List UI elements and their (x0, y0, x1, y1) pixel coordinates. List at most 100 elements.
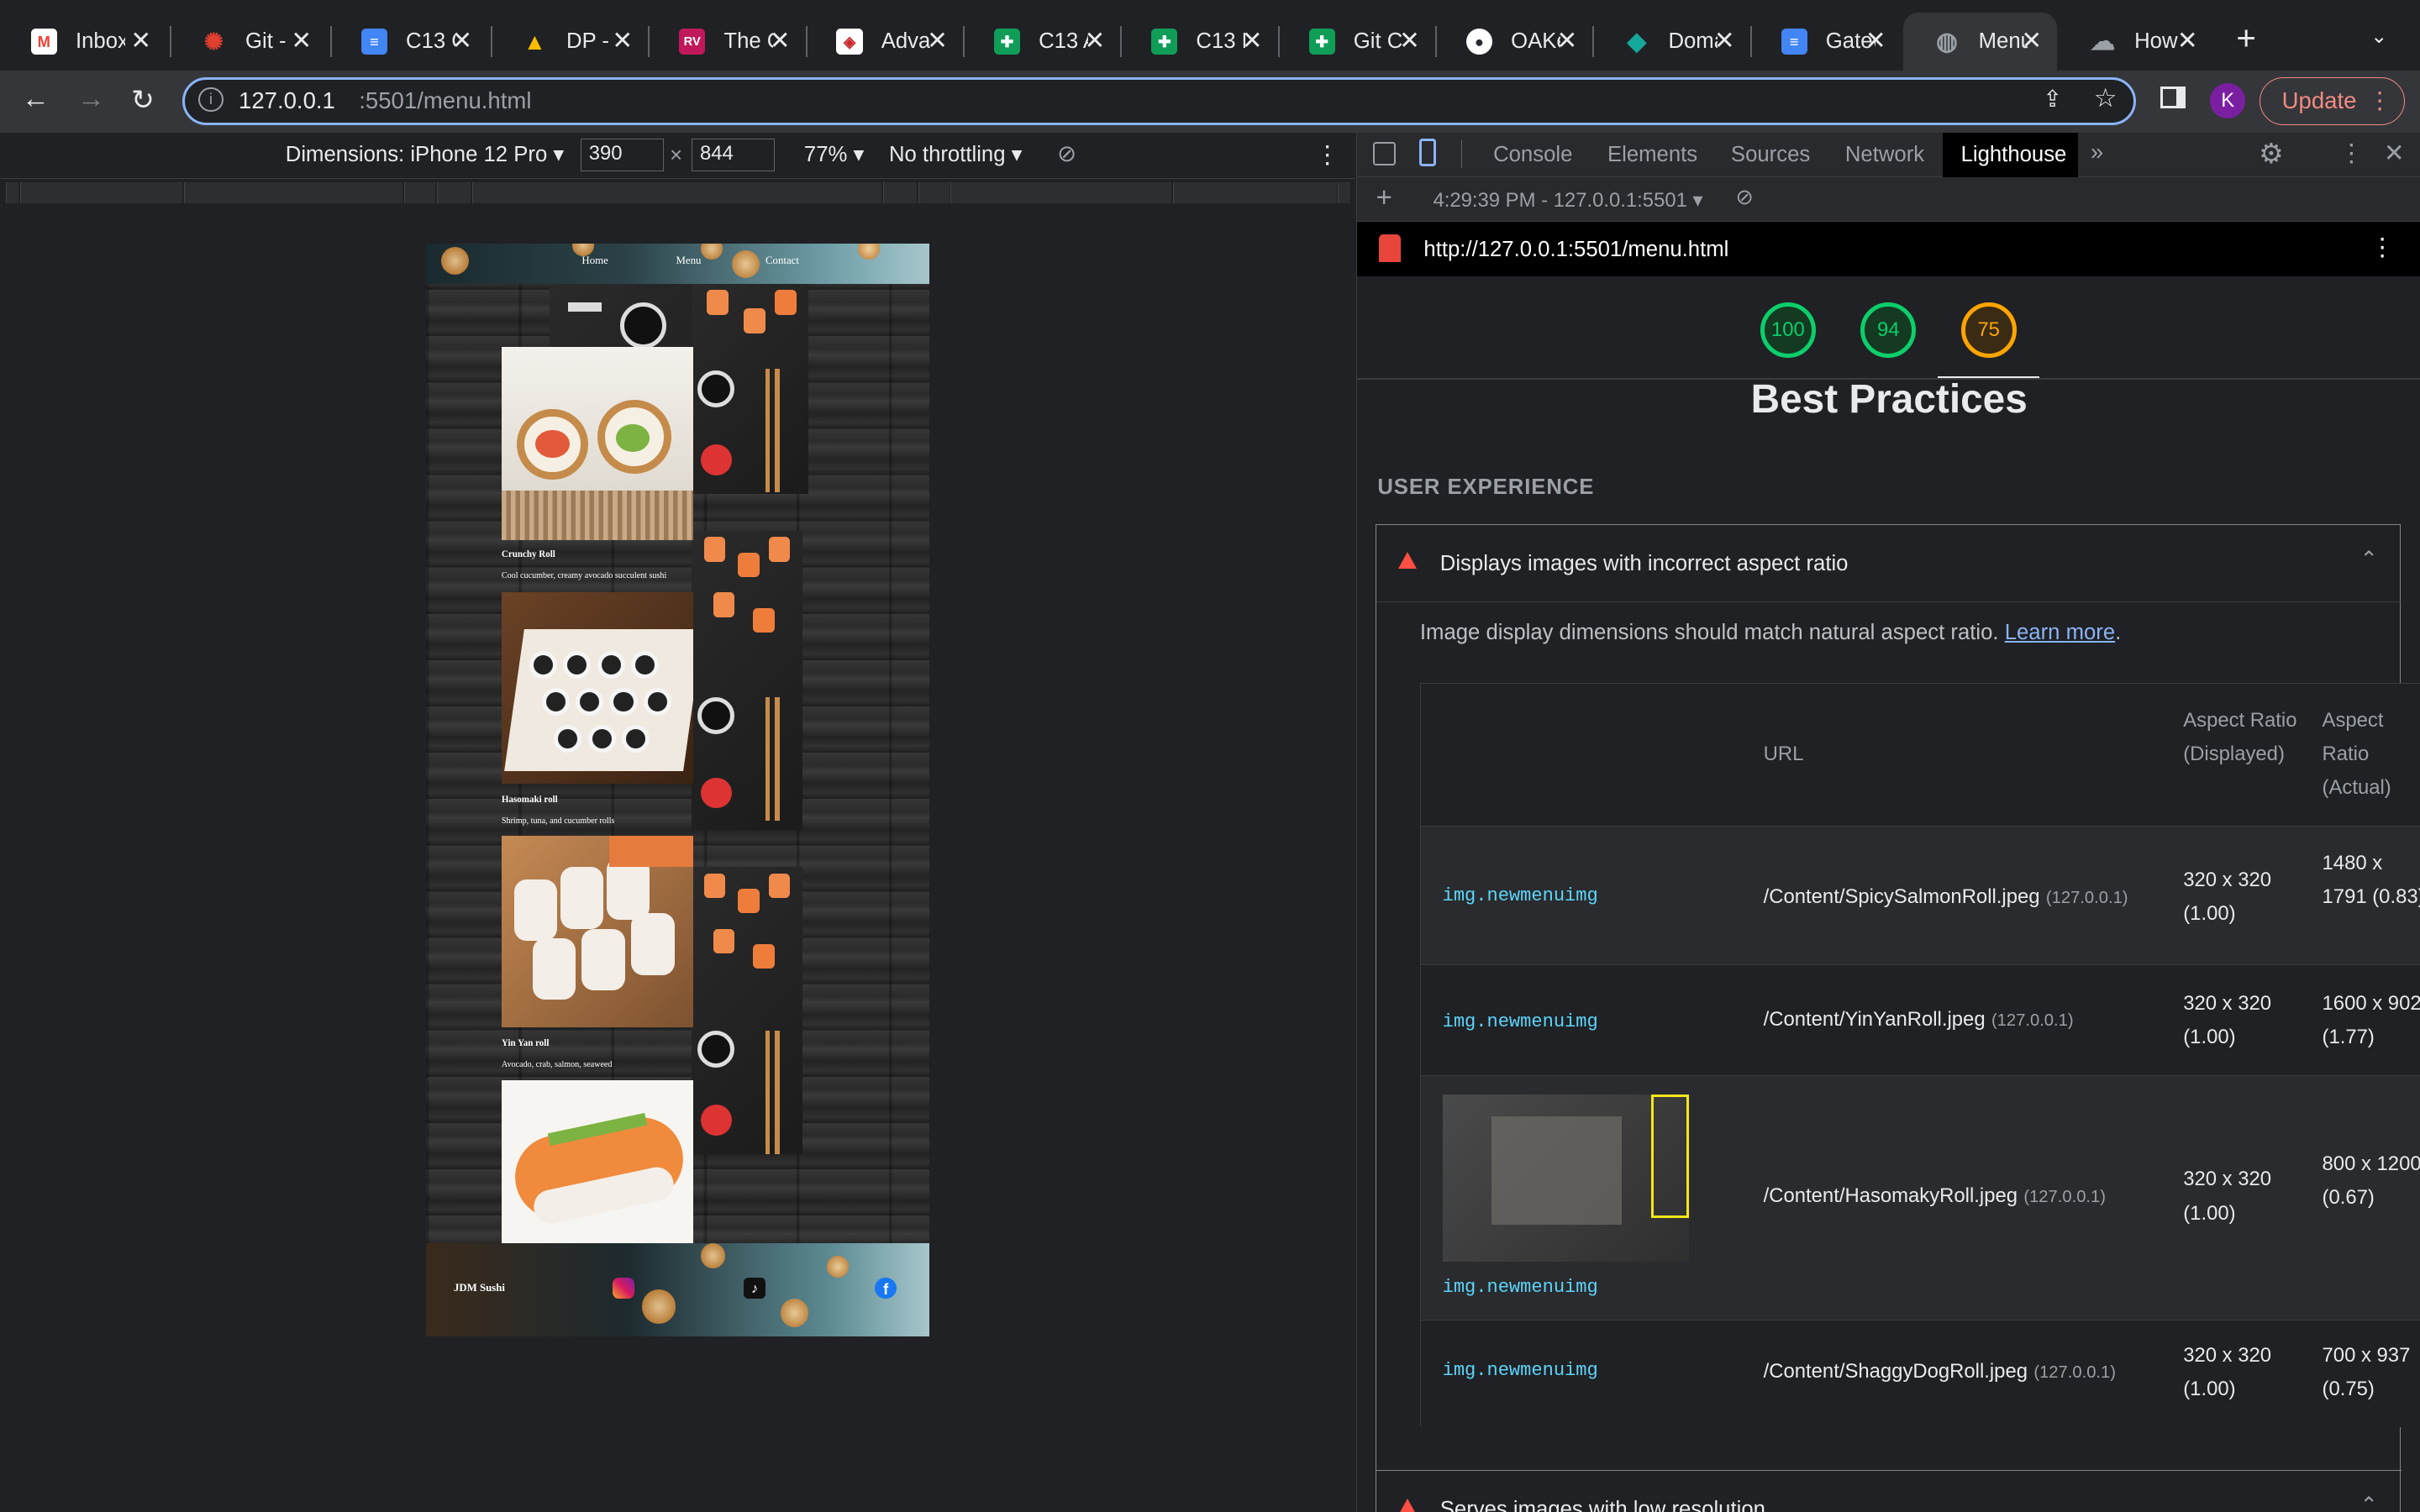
tab-doma[interactable]: ◆ Doma ✕ (1592, 13, 1749, 71)
more-tabs-icon[interactable]: » (2091, 139, 2103, 165)
avatar[interactable]: K (2210, 83, 2246, 119)
table-row[interactable]: img.newmenuimg /Content/YinYanRoll.jpeg(… (1420, 964, 2420, 1076)
close-icon[interactable]: ✕ (130, 26, 151, 55)
score-accessibility[interactable]: 94 (1860, 302, 1917, 359)
device-select[interactable]: Dimensions: iPhone 12 Pro ▾ (286, 142, 565, 167)
inspect-element-icon[interactable] (1372, 141, 1397, 165)
device-height-input[interactable]: 844 (691, 139, 775, 171)
tab-advar[interactable]: ◈ Advar ✕ (806, 13, 963, 71)
settings-gear-icon[interactable]: ⚙ (2259, 137, 2284, 171)
tab-search-icon[interactable]: ⌄ (2370, 24, 2387, 49)
preview-nav-home[interactable]: Home (581, 255, 608, 267)
close-icon[interactable]: ✕ (1865, 26, 1886, 55)
site-info-icon[interactable]: i (198, 87, 224, 113)
times-sign: × (670, 143, 683, 167)
close-icon[interactable]: ✕ (1242, 26, 1263, 55)
zoom-select[interactable]: 77% ▾ (804, 142, 865, 167)
report-url[interactable]: http://127.0.0.1:5501/menu.html (1423, 238, 1728, 262)
tab-inbox[interactable]: M Inbox ✕ (0, 13, 166, 71)
bookmark-star-icon[interactable]: ☆ (2094, 83, 2118, 113)
tab-c13-c[interactable]: ≡ C13 C ✕ (330, 13, 487, 71)
close-icon[interactable]: ✕ (2177, 26, 2198, 55)
forward-icon[interactable]: → (77, 83, 105, 115)
lighthouse-report-bar: + 4:29:39 PM - 127.0.0.1:5501 ▾ ⊘ (1357, 177, 2420, 223)
table-row[interactable]: img.newmenuimg /Content/HasomakyRoll.jpe… (1420, 1075, 2420, 1320)
docs-icon: ≡ (1781, 28, 1807, 55)
tab-sources[interactable]: Sources (1731, 133, 1810, 177)
col-displayed: Aspect Ratio (Displayed) (2183, 708, 2297, 766)
chevron-up-icon[interactable]: ⌃ (2360, 547, 2378, 572)
device-width-input[interactable]: 390 (580, 139, 664, 171)
canvas-icon: ✺ (203, 28, 224, 55)
tiktok-icon[interactable]: ♪ (744, 1277, 765, 1299)
menu-item-desc: Cool cucumber, creamy avocado succulent … (501, 570, 667, 580)
table-row[interactable]: img.newmenuimg /Content/ShaggyDogRoll.jp… (1420, 1319, 2420, 1428)
media-query-ruler[interactable] (0, 179, 1355, 210)
preview-nav-menu[interactable]: Menu (676, 255, 701, 267)
facebook-icon[interactable]: f (875, 1277, 897, 1299)
tab-git-c[interactable]: ✚ Git C ✕ (1278, 13, 1435, 71)
close-icon[interactable]: ✕ (1556, 26, 1577, 55)
address-bar[interactable]: i 127.0.0.1 :5501/menu.html ⇪ ☆ (182, 76, 2136, 125)
new-tab-icon[interactable]: + (2236, 18, 2256, 58)
tab-c13-a[interactable]: ✚ C13 A ✕ (963, 13, 1120, 71)
score-best-practices[interactable]: 75 (1960, 302, 2017, 359)
close-icon[interactable]: ✕ (1399, 26, 1420, 55)
gmail-icon: M (30, 28, 57, 55)
tab-lighthouse[interactable]: Lighthouse (1942, 132, 2079, 178)
tab-network[interactable]: Network (1845, 133, 1924, 177)
category-title: Best Practices (1750, 377, 2028, 423)
report-menu-icon[interactable]: ⋮ (2370, 233, 2394, 262)
chevron-icon[interactable]: ⌃ (2360, 1493, 2378, 1512)
update-button[interactable]: Update ⋮ (2259, 76, 2405, 125)
device-viewport[interactable]: Home Menu Contact Crunchy Roll Cool cucu… (425, 244, 929, 1336)
tab-dp[interactable]: ▲ DP - ✕ (491, 13, 648, 71)
close-icon[interactable]: ✕ (451, 26, 472, 55)
sushi-plate-image (691, 867, 803, 1154)
device-toggle-icon[interactable] (1418, 139, 1437, 167)
tab-console[interactable]: Console (1493, 133, 1572, 177)
learn-more-link[interactable]: Learn more (2005, 621, 2115, 644)
url-path: :5501/menu.html (359, 87, 532, 113)
preview-footer: JDM Sushi ♪ f (425, 1243, 929, 1336)
tab-elements[interactable]: Elements (1607, 133, 1697, 177)
table-header: URL Aspect Ratio (Displayed) Aspect Rati… (1420, 683, 2420, 826)
details-table: URL Aspect Ratio (Displayed) Aspect Rati… (1419, 682, 2420, 1428)
instagram-icon[interactable] (613, 1277, 634, 1299)
menu-item-title: Crunchy Roll (501, 549, 555, 559)
score-performance[interactable]: 100 (1760, 302, 1816, 359)
side-panel-icon[interactable] (2160, 86, 2186, 108)
tab-gatew[interactable]: ≡ Gatew ✕ (1750, 13, 1902, 71)
device-more-icon[interactable]: ⋮ (1315, 140, 1339, 170)
close-icon[interactable]: ✕ (1714, 26, 1735, 55)
close-icon[interactable]: ✕ (2021, 26, 2042, 55)
close-icon[interactable]: ✕ (612, 26, 633, 55)
clear-reports-icon[interactable]: ⊘ (1735, 185, 1754, 210)
tab-c13-f[interactable]: ✚ C13 F ✕ (1120, 13, 1277, 71)
close-icon[interactable]: ✕ (770, 26, 791, 55)
close-devtools-icon[interactable]: ✕ (2384, 139, 2405, 168)
tab-the-c[interactable]: RV The C ✕ (648, 13, 805, 71)
audit-low-resolution[interactable]: Serves images with low resolution ⌃ (1376, 1471, 2402, 1512)
share-icon[interactable]: ⇪ (2043, 86, 2062, 113)
tab-oake[interactable]: ● OAKe ✕ (1435, 13, 1592, 71)
report-selector[interactable]: 4:29:39 PM - 127.0.0.1:5501 ▾ (1433, 188, 1702, 213)
close-icon[interactable]: ✕ (1084, 26, 1105, 55)
fail-triangle-icon (1398, 1499, 1418, 1512)
throttling-select[interactable]: No throttling ▾ (889, 142, 1023, 167)
tab-menu[interactable]: ◍ Menu ✕ (1902, 12, 2058, 71)
bamboo-mat-image (501, 491, 693, 540)
audit-header[interactable]: Displays images with incorrect aspect ra… (1376, 525, 2402, 603)
back-icon[interactable]: ← (22, 83, 50, 115)
tab-git[interactable]: ✺ Git - ✕ (170, 13, 327, 71)
sheets-icon: ✚ (1308, 28, 1335, 55)
new-report-icon[interactable]: + (1376, 182, 1392, 214)
preview-nav-contact[interactable]: Contact (765, 255, 799, 267)
tab-how[interactable]: ☁ How ✕ (2059, 13, 2213, 71)
devtools-more-icon[interactable]: ⋮ (2339, 139, 2364, 168)
rotate-icon[interactable]: ⊘ (1057, 140, 1076, 167)
close-icon[interactable]: ✕ (291, 26, 312, 55)
close-icon[interactable]: ✕ (927, 26, 948, 55)
table-row[interactable]: img.newmenuimg /Content/SpicySalmonRoll.… (1420, 825, 2420, 965)
reload-icon[interactable]: ↻ (131, 83, 155, 117)
